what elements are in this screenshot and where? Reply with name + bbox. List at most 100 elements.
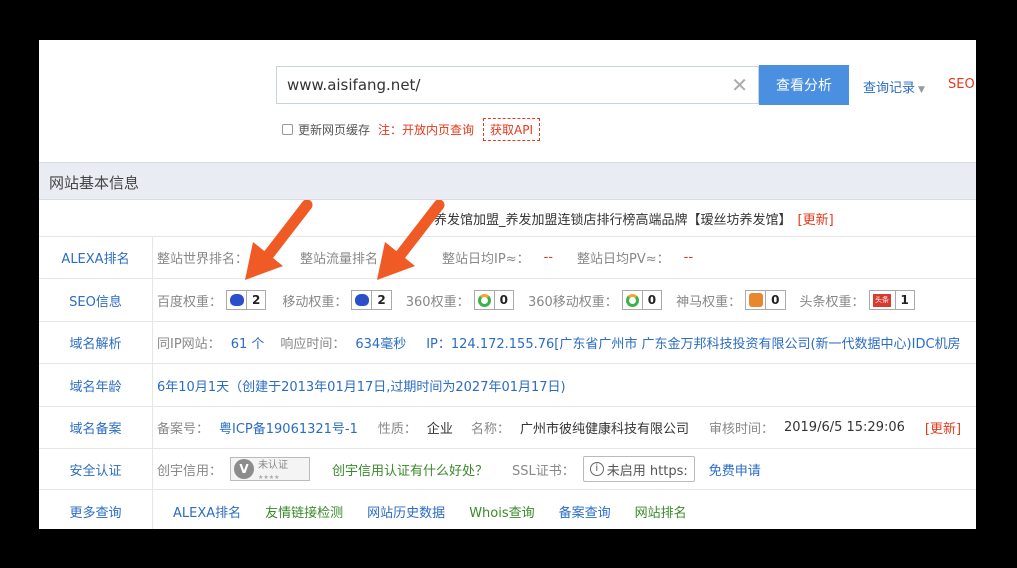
- daily-ip-value: --: [543, 250, 553, 265]
- daily-pv-label: 整站日均PV≈：: [577, 252, 670, 267]
- query-history-link[interactable]: 查询记录 ▼: [863, 77, 925, 96]
- baidu-paw-icon: [352, 291, 373, 309]
- site-title-row: 养发馆加盟_养发加盟连锁店排行榜高端品牌【瑷丝坊养发馆】 [更新]: [39, 200, 976, 237]
- icp-row: 域名备案 备案号： 粤ICP备19061321号-1 性质： 企业 名称： 广州…: [39, 407, 976, 449]
- seo-link[interactable]: SEO: [948, 77, 975, 92]
- device-frame: ✕ 查看分析 查询记录▼ SEO 更新网页缓存 注：开放内页查询 获取API 网…: [0, 0, 1017, 568]
- history-label: 查询记录: [863, 81, 916, 96]
- 360-weight-value: 0: [499, 293, 508, 307]
- domain-age-label[interactable]: 域名年龄: [39, 364, 153, 406]
- icp-update-link[interactable]: [更新]: [925, 418, 961, 437]
- 360-mobile-weight-value: 0: [647, 293, 657, 307]
- more-cell: ALEXA排名 友情链接检测 网站历史数据 Whois查询 备案查询 网站排名: [173, 490, 687, 529]
- same-ip-label: 同IP网站：: [157, 337, 221, 352]
- ssl-badge[interactable]: i 未启用 https:: [582, 456, 695, 482]
- site-title: 养发馆加盟_养发加盟连锁店排行榜高端品牌【瑷丝坊养发馆】: [434, 212, 792, 228]
- 360-mobile-weight-badge[interactable]: 0: [621, 290, 663, 310]
- ssl-badge-text: 未启用 https:: [606, 463, 688, 479]
- dns-cell: 同IP网站： 61 个 响应时间： 634毫秒 IP：124.172.155.7…: [157, 322, 961, 363]
- domain-age-value[interactable]: 6年10月1天（创建于2013年01月17日,过期时间为2027年01月17日): [157, 376, 566, 395]
- 360-ring-icon: [623, 291, 643, 309]
- company-name-value: 广州市彼纯健康科技有限公司: [519, 422, 689, 437]
- toutiao-icon: 头条: [870, 291, 896, 309]
- more-row: 更多查询 ALEXA排名 友情链接检测 网站历史数据 Whois查询 备案查询 …: [39, 490, 976, 529]
- security-cell: 创宇信用： V 未认证 ★★★★ 创宇信用认证有什么好处？ SSL证书： i 未启用…: [157, 449, 761, 489]
- chevron-down-icon: ▼: [918, 85, 925, 95]
- shenma-weight-badge[interactable]: 0: [745, 290, 786, 310]
- more-link-whois[interactable]: Whois查询: [469, 502, 534, 521]
- daily-ip-label: 整站日均IP≈：: [442, 252, 530, 267]
- free-apply-link[interactable]: 免费申请: [709, 460, 761, 479]
- update-title-link[interactable]: [更新]: [798, 209, 834, 228]
- mobile-weight-value: 2: [377, 293, 386, 307]
- more-link-icp[interactable]: 备案查询: [559, 502, 611, 521]
- security-row: 安全认证 创宇信用： V 未认证 ★★★★ 创宇信用认证有什么好处？ SSL证书：…: [39, 449, 976, 490]
- 360-ring-icon: [475, 291, 495, 309]
- seo-label[interactable]: SEO信息: [39, 279, 153, 321]
- seo-cell: 百度权重： 2 移动权重： 2 360权重： 0 360移动权重： 0 神马权重…: [157, 279, 915, 321]
- 360-weight-badge[interactable]: 0: [473, 290, 514, 310]
- section-header: 网站基本信息: [39, 162, 976, 200]
- alexa-row: ALEXA排名 整站世界排名： 整站流量排名 整站日均IP≈： -- 整站日均P…: [39, 237, 976, 279]
- icp-no-value[interactable]: 粤ICP备19061321号-1: [219, 418, 358, 437]
- response-time-value: 634毫秒: [355, 337, 407, 352]
- annotation-arrow-1: [245, 200, 313, 280]
- baidu-weight-value: 2: [252, 293, 261, 307]
- mobile-weight-label: 移动权重：: [282, 294, 348, 310]
- domain-age-cell: 6年10月1天（创建于2013年01月17日,过期时间为2027年01月17日): [157, 364, 566, 406]
- dns-row: 域名解析 同IP网站： 61 个 响应时间： 634毫秒 IP：124.172.…: [39, 322, 976, 364]
- refresh-cache-checkbox[interactable]: [282, 124, 293, 135]
- verify-v-icon: V: [234, 459, 255, 479]
- analyze-button[interactable]: 查看分析: [759, 65, 849, 105]
- search-box: ✕: [276, 66, 759, 104]
- 360-weight-label: 360权重：: [405, 294, 470, 310]
- credit-badge-text: 未认证 ★★★★: [258, 460, 289, 481]
- ip-info[interactable]: IP：124.172.155.76[广东省广州市 广东金万邦科技投资有限公司(新…: [426, 333, 960, 352]
- seo-row: SEO信息 百度权重： 2 移动权重： 2 360权重： 0 360移动权重： …: [39, 279, 976, 322]
- toutiao-weight-badge[interactable]: 头条 1: [868, 290, 915, 310]
- dns-label[interactable]: 域名解析: [39, 322, 153, 363]
- mobile-weight-badge[interactable]: 2: [351, 290, 392, 310]
- more-link-alexa[interactable]: ALEXA排名: [173, 502, 241, 521]
- response-time-label: 响应时间：: [280, 337, 346, 352]
- more-link-rank[interactable]: 网站排名: [635, 502, 687, 521]
- icp-cell: 备案号： 粤ICP备19061321号-1 性质： 企业 名称： 广州市彼纯健康…: [157, 407, 961, 448]
- inner-page-note: 注：开放内页查询: [378, 123, 475, 137]
- icp-no-label: 备案号：: [157, 422, 210, 437]
- ssl-label: SSL证书：: [512, 463, 575, 479]
- company-name-label: 名称：: [470, 422, 510, 437]
- more-label[interactable]: 更多查询: [39, 490, 153, 529]
- security-label[interactable]: 安全认证: [39, 449, 153, 489]
- refresh-cache-label: 更新网页缓存: [298, 123, 371, 137]
- nature-label: 性质：: [377, 422, 417, 437]
- shenma-weight-value: 0: [771, 293, 780, 307]
- section-title: 网站基本信息: [49, 174, 140, 192]
- toutiao-weight-label: 头条权重：: [799, 294, 865, 310]
- audit-time-label: 审核时间：: [708, 422, 774, 437]
- close-icon[interactable]: ✕: [731, 74, 748, 96]
- toutiao-weight-value: 1: [900, 293, 909, 307]
- get-api-button[interactable]: 获取API: [483, 118, 541, 141]
- credit-badge[interactable]: V 未认证 ★★★★: [230, 457, 311, 481]
- annotation-arrow-2: [377, 200, 445, 280]
- credit-label: 创宇信用：: [157, 463, 223, 479]
- more-link-history[interactable]: 网站历史数据: [367, 502, 445, 521]
- baidu-paw-icon: [227, 291, 248, 309]
- info-icon: i: [589, 462, 604, 476]
- nature-value: 企业: [426, 422, 453, 437]
- audit-time-value: 2019/6/5 15:29:06: [783, 420, 905, 435]
- icp-label[interactable]: 域名备案: [39, 407, 153, 448]
- daily-pv-value: --: [683, 250, 694, 265]
- baidu-weight-badge[interactable]: 2: [226, 290, 267, 310]
- alexa-label[interactable]: ALEXA排名: [39, 237, 153, 278]
- credit-benefit-link[interactable]: 创宇信用认证有什么好处？: [332, 460, 488, 479]
- same-ip-value[interactable]: 61 个: [231, 333, 265, 352]
- page: ✕ 查看分析 查询记录▼ SEO 更新网页缓存 注：开放内页查询 获取API 网…: [39, 40, 976, 529]
- site-title-cell: 养发馆加盟_养发加盟连锁店排行榜高端品牌【瑷丝坊养发馆】 [更新]: [434, 200, 834, 236]
- world-rank-label: 整站世界排名：: [157, 252, 249, 267]
- 360-mobile-weight-label: 360移动权重：: [527, 294, 618, 310]
- shenma-fox-icon: [746, 291, 767, 309]
- search-input[interactable]: [277, 67, 717, 103]
- more-link-friend-links[interactable]: 友情链接检测: [265, 502, 343, 521]
- baidu-weight-label: 百度权重：: [157, 294, 223, 310]
